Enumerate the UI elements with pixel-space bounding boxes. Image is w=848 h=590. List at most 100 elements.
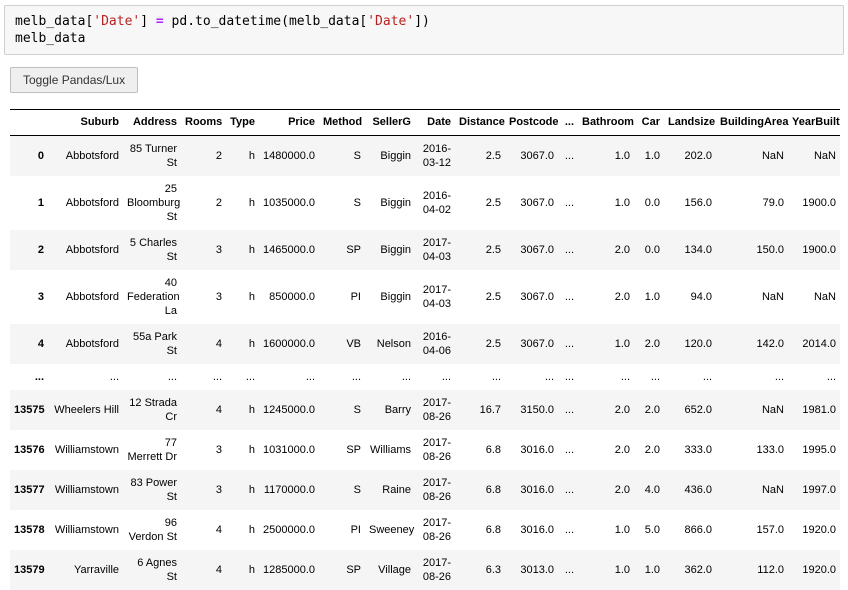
row-index: ... xyxy=(34,371,44,383)
table-cell: SP xyxy=(346,244,361,256)
table-cell: 362.0 xyxy=(684,564,712,576)
table-cell: 12 Strada Cr xyxy=(129,397,177,423)
table-cell: 2.0 xyxy=(614,484,630,496)
table-cell: 2.5 xyxy=(485,291,501,303)
table-cell: NaN xyxy=(813,291,836,303)
table-cell: h xyxy=(248,444,255,456)
table-cell: ... xyxy=(564,564,574,576)
table-cell: 2.0 xyxy=(644,444,660,456)
table-cell: 6.8 xyxy=(485,484,501,496)
table-cell: 1.0 xyxy=(614,150,630,162)
table-cell: 1.0 xyxy=(614,564,630,576)
table-cell: 5 Charles St xyxy=(129,237,177,263)
table-cell: ... xyxy=(564,484,574,496)
table-cell: 1465000.0 xyxy=(263,244,315,256)
table-cell: 2.0 xyxy=(614,291,630,303)
table-cell: 3067.0 xyxy=(520,197,554,209)
table-row: 1 Abbotsford 25 Bloomburg St 2 h 1035000.0 S Bi… xyxy=(10,176,840,230)
table-cell: Village xyxy=(378,564,411,576)
table-cell: NaN xyxy=(761,150,784,162)
table-cell: 133.0 xyxy=(756,444,784,456)
column-header: Method xyxy=(319,109,365,136)
table-cell: ... xyxy=(351,371,361,383)
table-cell: h xyxy=(248,564,255,576)
table-cell: 1600000.0 xyxy=(263,338,315,350)
table-cell: 16.7 xyxy=(479,404,501,416)
table-cell: 2016-04-02 xyxy=(422,190,451,216)
table-cell: 85 Turner St xyxy=(129,143,177,169)
table-cell: ... xyxy=(826,371,836,383)
column-header: SellerG xyxy=(365,109,415,136)
table-row: 2 Abbotsford 5 Charles St 3 h 1465000.0 SP Bigg… xyxy=(10,230,840,270)
table-cell: 2016-04-06 xyxy=(422,331,451,357)
table-cell: 2500000.0 xyxy=(263,524,315,536)
table-cell: 6.3 xyxy=(485,564,501,576)
table-cell: 3067.0 xyxy=(520,291,554,303)
row-index: 13579 xyxy=(14,564,45,576)
table-cell: ... xyxy=(167,371,177,383)
table-cell: 1900.0 xyxy=(802,244,836,256)
table-cell: 2.5 xyxy=(485,338,501,350)
table-cell: 3 xyxy=(215,244,222,256)
table-cell: 55a Park St xyxy=(132,331,177,357)
table-cell: 2017-08-26 xyxy=(422,397,451,423)
code-cell[interactable]: melb_data['Date'] = pd.to_datetime(melb_… xyxy=(4,5,844,55)
table-cell: h xyxy=(248,338,255,350)
column-header: Postcode xyxy=(505,109,559,136)
column-header: YearBuilt xyxy=(788,109,840,136)
table-cell: 1.0 xyxy=(614,338,630,350)
table-cell: h xyxy=(248,244,255,256)
table-cell: 2 xyxy=(215,197,222,209)
column-header: Address xyxy=(123,109,181,136)
table-cell: 1981.0 xyxy=(802,404,836,416)
table-cell: 2017-08-26 xyxy=(422,437,451,463)
table-row: 13579 Yarraville 6 Agnes St 4 h 1285000.0 SP Vi… xyxy=(10,550,840,590)
table-cell: ... xyxy=(491,371,501,383)
table-cell: ... xyxy=(212,371,222,383)
table-cell: 4 xyxy=(215,404,222,416)
table-cell: ... xyxy=(441,371,451,383)
column-header: Suburb xyxy=(48,109,123,136)
table-cell: 4 xyxy=(215,338,222,350)
table-cell: 2017-04-03 xyxy=(422,237,451,263)
table-cell: 25 Bloomburg St xyxy=(127,183,181,223)
table-cell: 2.5 xyxy=(485,244,501,256)
table-row: 13576 Williamstown 77 Merrett Dr 3 h 1031000.… xyxy=(10,430,840,470)
table-cell: NaN xyxy=(813,150,836,162)
table-cell: Abbotsford xyxy=(65,291,119,303)
table-body: 0 Abbotsford 85 Turner St 2 h 1480000.0 S Biggi… xyxy=(10,135,840,590)
column-header: ... xyxy=(558,109,578,136)
table-cell: 866.0 xyxy=(684,524,712,536)
table-cell: VB xyxy=(346,338,361,350)
table-cell: 112.0 xyxy=(757,564,784,576)
table-cell: 436.0 xyxy=(684,484,712,496)
table-cell: S xyxy=(353,484,361,496)
row-index: 4 xyxy=(37,338,44,350)
row-index: 13576 xyxy=(14,444,45,456)
row-index: 13578 xyxy=(14,524,45,536)
column-header: Car xyxy=(634,109,664,136)
table-cell: h xyxy=(248,524,255,536)
table-cell: 1997.0 xyxy=(802,484,836,496)
table-cell: 4 xyxy=(215,524,222,536)
table-cell: 83 Power St xyxy=(130,477,177,503)
table-row: ........................................… xyxy=(10,364,840,390)
row-index: 3 xyxy=(37,291,44,303)
table-cell: 2.0 xyxy=(644,338,660,350)
row-index: 2 xyxy=(37,244,44,256)
table-cell: 2017-08-26 xyxy=(422,557,451,583)
table-cell: NaN xyxy=(761,404,784,416)
table-cell: 40 Federation La xyxy=(127,277,180,317)
code-editor[interactable]: melb_data['Date'] = pd.to_datetime(melb_… xyxy=(15,13,833,47)
table-cell: Biggin xyxy=(380,291,411,303)
table-cell: S xyxy=(353,150,361,162)
row-index: 13577 xyxy=(14,484,45,496)
toggle-pandas-lux-button[interactable]: Toggle Pandas/Lux xyxy=(10,67,139,93)
table-cell: 2.0 xyxy=(614,244,630,256)
column-header: BuildingArea xyxy=(716,109,788,136)
column-header: Landsize xyxy=(664,109,716,136)
table-cell: 3067.0 xyxy=(520,150,554,162)
table-cell: ... xyxy=(564,244,574,256)
table-cell: Biggin xyxy=(380,197,411,209)
table-cell: NaN xyxy=(761,484,784,496)
